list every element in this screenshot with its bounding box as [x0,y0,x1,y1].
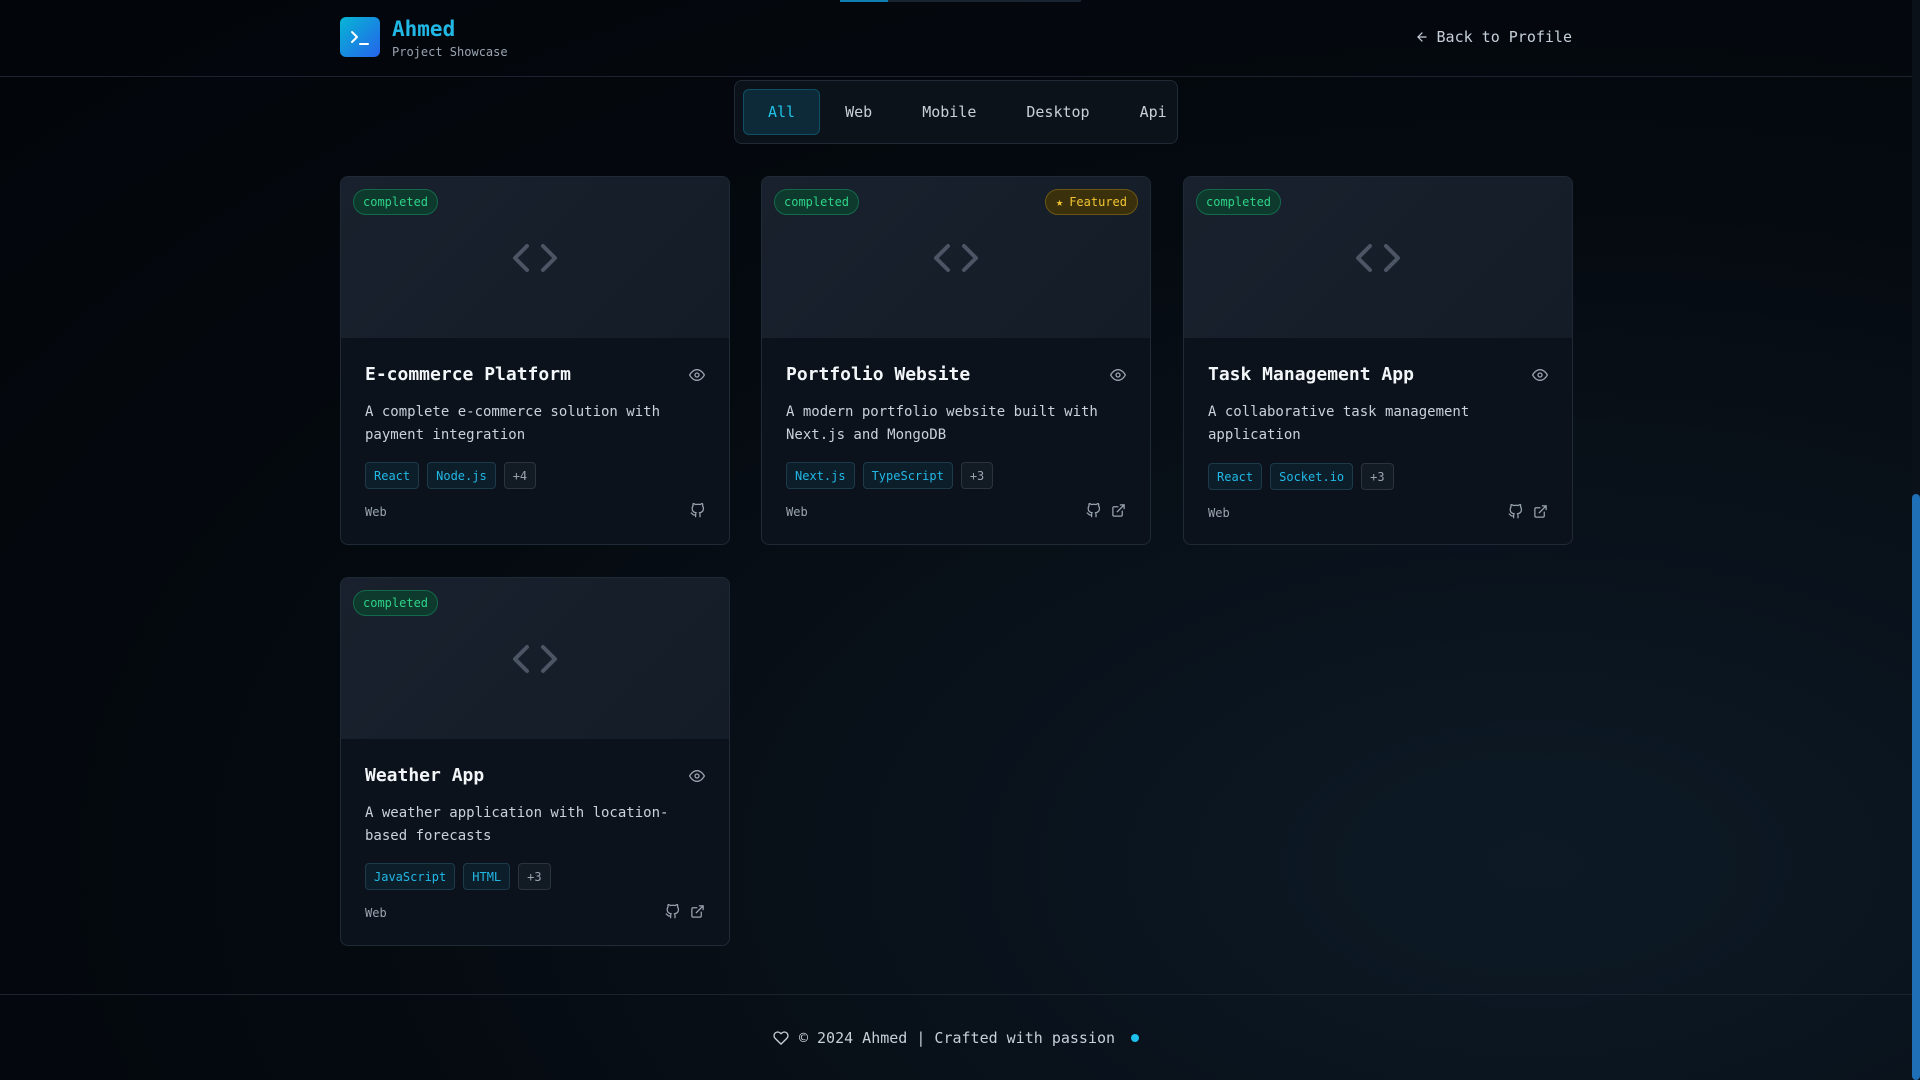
project-title: Weather App [365,765,485,786]
status-badge: completed [353,590,439,616]
project-title: Portfolio Website [786,364,971,385]
eye-icon[interactable] [1532,367,1548,383]
tech-tag: React [365,462,420,489]
more-tags-badge: +4 [503,462,537,489]
project-category: Web [786,505,808,519]
featured-badge: ★ Featured [1044,189,1138,215]
code-icon [1356,243,1400,272]
eye-icon[interactable] [1110,367,1126,383]
tech-tag: Node.js [427,462,496,489]
project-links [1086,503,1126,518]
project-card[interactable]: completed E-commerce Platform A complete… [340,176,730,545]
project-description: A modern portfolio website built with Ne… [786,404,1098,443]
site-header: Ahmed Project Showcase Back to Profile [0,0,1912,77]
code-icon [513,243,557,272]
filter-web[interactable]: Web [820,89,897,135]
top-progress-indicator [840,0,1081,2]
project-description: A collaborative task management applicat… [1208,404,1470,443]
tech-tags: React Socket.io +3 [1208,463,1394,490]
status-badge: completed [1196,189,1282,215]
status-badge: completed [774,189,860,215]
github-icon[interactable] [665,904,680,919]
project-card[interactable]: completed ★ Featured Portfolio Website A… [761,176,1151,545]
external-link-icon[interactable] [1111,503,1126,518]
project-card[interactable]: completed Task Management App A collabor… [1183,176,1573,545]
star-icon: ★ [1055,195,1064,209]
project-category: Web [1208,506,1230,520]
tech-tag: JavaScript [365,863,456,890]
code-icon [513,644,557,673]
top-progress-active [840,0,888,2]
back-link-label: Back to Profile [1436,28,1572,46]
filter-mobile[interactable]: Mobile [897,89,1001,135]
heart-icon [773,1031,789,1045]
status-badge: completed [353,189,439,215]
brand-name[interactable]: Ahmed [392,17,455,41]
tech-tag: HTML [463,863,511,890]
tech-tags: Next.js TypeScript +3 [786,462,994,489]
external-link-icon[interactable] [1533,504,1548,519]
site-footer: © 2024 Ahmed | Crafted with passion [0,994,1912,1080]
tech-tags: JavaScript HTML +3 [365,863,551,890]
scrollbar-thumb[interactable] [1912,494,1920,1080]
github-icon[interactable] [1086,503,1101,518]
project-description: A weather application with location-base… [365,805,669,844]
project-title: E-commerce Platform [365,364,571,385]
terminal-icon[interactable] [340,17,380,57]
project-title: Task Management App [1208,364,1414,385]
project-card[interactable]: completed Weather App A weather applicat… [340,577,730,946]
more-tags-badge: +3 [518,863,551,890]
footer-content: © 2024 Ahmed | Crafted with passion [0,1029,1912,1047]
filter-api[interactable]: Api [1115,89,1192,135]
tech-tag: TypeScript [862,462,953,489]
filter-all[interactable]: All [743,89,821,135]
featured-label: Featured [1069,195,1127,209]
category-filter-bar: All Web Mobile Desktop Api [734,80,1178,144]
tech-tag: Next.js [786,462,855,489]
back-to-profile-link[interactable]: Back to Profile [1415,28,1572,46]
more-tags-badge: +3 [1361,463,1394,490]
project-links [690,503,705,518]
tech-tag: Socket.io [1270,463,1354,490]
status-dot [1131,1034,1140,1042]
external-link-icon[interactable] [690,904,705,919]
eye-icon[interactable] [689,367,705,383]
github-icon[interactable] [690,503,705,518]
github-icon[interactable] [1508,504,1523,519]
brand-subtitle: Project Showcase [392,45,508,59]
project-links [665,904,705,919]
code-icon [934,243,978,272]
page-scrollbar[interactable] [1912,0,1920,1080]
tech-tags: React Node.js +4 [365,462,537,489]
footer-text: © 2024 Ahmed | Crafted with passion [798,1029,1116,1047]
tech-tag: React [1208,463,1263,490]
arrow-left-icon [1416,32,1427,42]
filter-desktop[interactable]: Desktop [1001,89,1114,135]
project-category: Web [365,906,387,920]
project-links [1508,504,1548,519]
project-category: Web [365,505,387,519]
more-tags-badge: +3 [960,462,994,489]
eye-icon[interactable] [689,768,705,784]
project-description: A complete e-commerce solution with paym… [365,404,661,443]
